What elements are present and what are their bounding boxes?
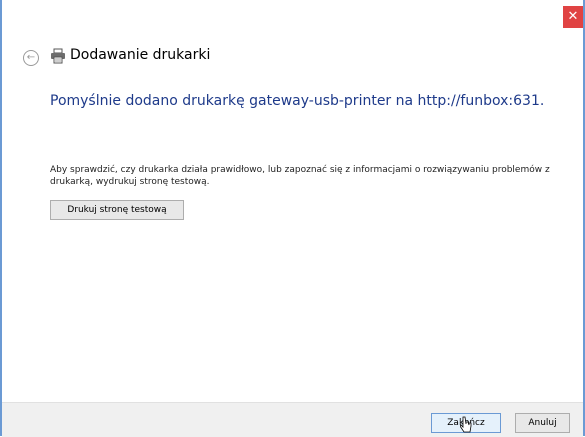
printer-icon [51,48,65,64]
page-title: Dodawanie drukarki [70,47,211,63]
wizard-header: ← Dodawanie drukarki [2,40,583,72]
success-message: Pomyślnie dodano drukarkę gateway-usb-pr… [50,93,545,109]
back-arrow-icon: ← [26,52,36,63]
instructions-text: Aby sprawdzić, czy drukarka działa prawi… [50,165,550,187]
back-button[interactable]: ← [23,50,39,66]
cancel-button[interactable]: Anuluj [515,413,570,433]
add-printer-window: ✕ ← Dodawanie drukarki Pomyślnie dodano … [0,0,585,437]
hand-cursor-icon [460,416,472,433]
close-icon: ✕ [567,9,579,24]
close-button[interactable]: ✕ [563,6,583,28]
titlebar: ✕ [2,0,583,34]
wizard-footer: Zakończ Anuluj [2,402,583,437]
print-test-page-button[interactable]: Drukuj stronę testową [50,200,184,220]
